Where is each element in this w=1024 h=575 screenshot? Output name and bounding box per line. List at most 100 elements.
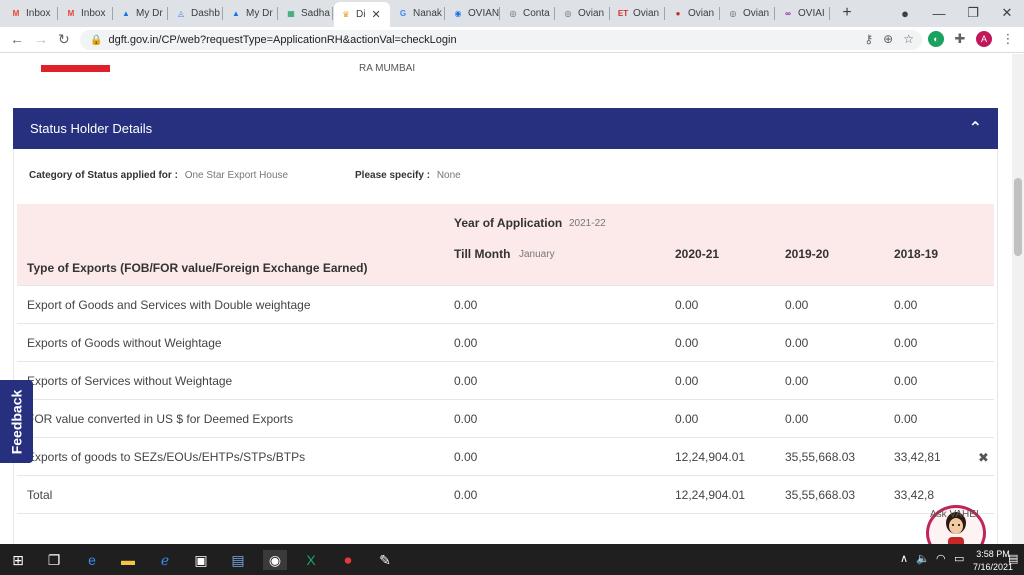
forward-icon[interactable]: →	[34, 31, 48, 47]
tab-label: Di	[356, 9, 366, 20]
acrobat-icon[interactable]: ⏺	[338, 550, 358, 570]
browser-tab[interactable]: G Nanak	[391, 2, 445, 25]
url-field[interactable]: 🔒 dgft.gov.in/CP/web?requestType=Applica…	[80, 30, 922, 50]
browser-tab[interactable]: ◉ OVIAN	[446, 2, 500, 25]
ovian-loop-icon: ∞	[785, 9, 791, 18]
task-view-icon[interactable]: ❐	[44, 550, 64, 570]
tab-label: My Dr	[246, 8, 273, 19]
panel-header[interactable]: Status Holder Details ⌃	[13, 108, 998, 149]
tab-label: My Dr	[136, 8, 163, 19]
table-row: Export of Goods and Services with Double…	[17, 286, 994, 324]
et-icon: ET	[617, 9, 629, 18]
restore-icon[interactable]: ❐	[964, 3, 982, 23]
year-label: Year of Application	[454, 216, 563, 230]
dgft-icon: ♛	[342, 10, 350, 19]
table-cell-y2019: 0.00	[785, 298, 809, 312]
page-content: RA MUMBAI Status Holder Details ⌃ Catego…	[0, 54, 1012, 544]
lock-icon: 🔒	[90, 34, 103, 46]
col-2018-19: 2018-19	[894, 247, 939, 261]
table-cell-type: Exports of Goods without Weightage	[27, 336, 222, 350]
internet-explorer-icon[interactable]: ℯ	[155, 550, 175, 570]
reload-icon[interactable]: ↻	[58, 31, 70, 48]
windows-start-icon[interactable]: ⊞	[8, 550, 28, 570]
browser-tab[interactable]: M Inbox	[4, 2, 58, 25]
category-label: Category of Status applied for :	[29, 170, 178, 181]
tab-label: Sadha	[301, 8, 330, 19]
minimize-icon[interactable]: —	[930, 3, 948, 23]
browser-tab[interactable]: ◎ Ovian	[721, 2, 775, 25]
table-cell-cur: 0.00	[454, 374, 478, 388]
drive-icon: ▲	[122, 9, 130, 18]
dashboard-icon: ◬	[177, 9, 185, 18]
tab-separator	[609, 7, 610, 20]
region-text: RA MUMBAI	[359, 63, 416, 74]
table-cell-y2020: 0.00	[675, 374, 699, 388]
close-tab-icon[interactable]: ✕	[371, 8, 380, 21]
edge-icon[interactable]: e	[82, 550, 102, 570]
wifi-icon[interactable]: ◠	[936, 552, 946, 565]
tab-label: Ovian	[578, 8, 605, 19]
bookmark-star-icon[interactable]: ☆	[903, 32, 914, 46]
feedback-tab[interactable]: Feedback	[0, 380, 33, 463]
browser-tab[interactable]: ∞ OVIAI	[776, 2, 830, 25]
scrollbar-thumb[interactable]	[1014, 178, 1022, 256]
paint-icon[interactable]: ✎	[375, 550, 395, 570]
assistant-label: Ask VAHEI	[930, 509, 979, 520]
gmail-icon: M	[67, 9, 75, 18]
chevron-up-icon[interactable]: ⌃	[969, 118, 982, 138]
browser-tab[interactable]: ▲ My Dr	[114, 2, 168, 25]
taskbar-clock[interactable]: 3:58 PM 7/16/2021	[973, 548, 1013, 574]
browser-tab[interactable]: ◬ Dashb	[169, 2, 223, 25]
tab-search-icon[interactable]: ●	[896, 3, 914, 23]
till-label: Till Month	[454, 247, 511, 261]
back-icon[interactable]: ←	[10, 31, 24, 47]
browser-tab[interactable]: ♛ Di ✕	[334, 2, 390, 27]
excel-icon[interactable]: X	[301, 550, 321, 570]
new-tab-plus-icon[interactable]: +	[838, 3, 856, 23]
tray-chevron-icon[interactable]: ∧	[900, 552, 908, 565]
browser-tab[interactable]: ▲ My Dr	[224, 2, 278, 25]
browser-tab[interactable]: ET Ovian	[611, 2, 665, 25]
browser-tab[interactable]: ◎ Conta	[501, 2, 555, 25]
browser-tab[interactable]: ▦ Sadha	[279, 2, 333, 25]
category-field: Category of Status applied for : One Sta…	[29, 170, 288, 181]
table-cell-type: Export of Goods and Services with Double…	[27, 298, 311, 312]
extension-green-icon[interactable]: ◐	[928, 31, 944, 47]
browser-tab[interactable]: ◎ Ovian	[556, 2, 610, 25]
page-scrollbar[interactable]	[1012, 54, 1024, 544]
profile-avatar[interactable]: A	[976, 31, 992, 47]
browser-tab[interactable]: M Inbox	[59, 2, 113, 25]
tab-separator	[554, 7, 555, 20]
tab-separator	[499, 7, 500, 20]
tab-label: Conta	[523, 8, 550, 19]
tab-label: Ovian	[633, 8, 660, 19]
table-cell-y2019: 35,55,668.03	[785, 488, 856, 502]
zoom-icon[interactable]: ⊕	[883, 32, 893, 46]
table-body: Export of Goods and Services with Double…	[17, 286, 994, 514]
file-explorer-icon[interactable]: ▬	[118, 550, 138, 570]
menu-kebab-icon[interactable]: ⋮	[1000, 31, 1016, 47]
table-row: Exports of Goods without Weightage 0.00 0.…	[17, 324, 994, 362]
notification-icon[interactable]: ▭	[954, 552, 964, 565]
key-icon[interactable]: ⚷	[864, 32, 873, 46]
feedback-label: Feedback	[8, 389, 25, 454]
window-close-icon[interactable]: ✕	[998, 3, 1016, 23]
extensions-puzzle-icon[interactable]: ✚	[952, 31, 968, 47]
browser-tab[interactable]: ● Ovian	[666, 2, 720, 25]
table-cell-cur: 0.00	[454, 450, 478, 464]
tab-separator	[277, 7, 278, 20]
clock-time: 3:58 PM	[976, 549, 1010, 559]
close-assistant-icon[interactable]: ✖	[978, 450, 989, 466]
table-cell-y2020: 12,24,904.01	[675, 488, 746, 502]
table-cell-y2019: 0.00	[785, 374, 809, 388]
tab-label: Dashb	[191, 8, 220, 19]
chrome-icon[interactable]: ◉	[263, 550, 287, 570]
table-cell-type: FOR value converted in US $ for Deemed E…	[27, 412, 294, 426]
volume-icon[interactable]: 🔈	[916, 552, 930, 565]
photo-viewer-icon[interactable]: ▤	[228, 550, 248, 570]
store-icon[interactable]: ▣	[191, 550, 211, 570]
panel-title: Status Holder Details	[30, 121, 153, 136]
tab-label: Inbox	[81, 8, 106, 19]
tab-label: Nanak	[413, 8, 442, 19]
tab-separator	[332, 7, 333, 20]
